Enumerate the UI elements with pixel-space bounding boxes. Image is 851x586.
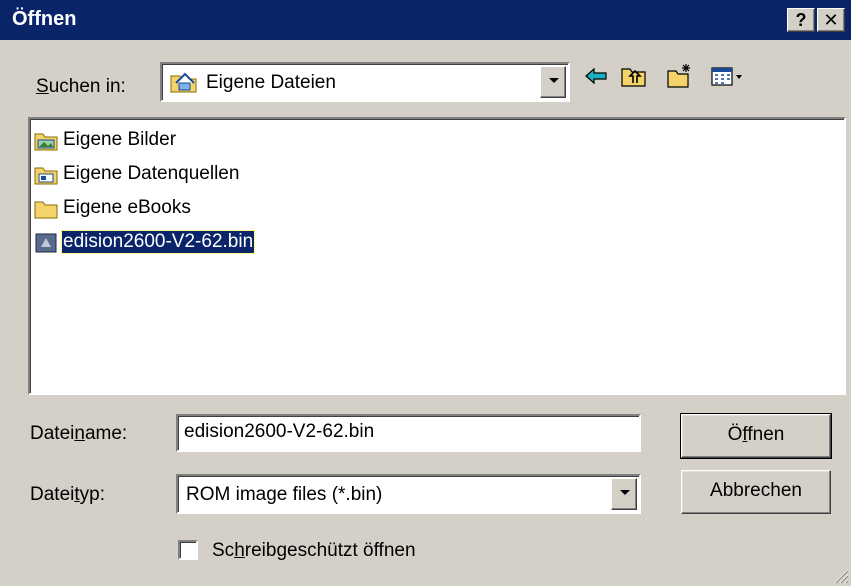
resize-grip-icon[interactable] — [831, 566, 849, 584]
close-button[interactable]: ✕ — [817, 8, 845, 32]
folder-icon — [34, 201, 58, 219]
help-button[interactable]: ? — [787, 8, 815, 32]
new-folder-icon[interactable] — [666, 62, 694, 90]
filetype-dropdown-button[interactable] — [611, 478, 637, 510]
file-name: Eigene Bilder — [63, 129, 177, 150]
filetype-label: Dateityp: — [30, 484, 105, 505]
lookin-label: Suchen in: — [36, 76, 126, 97]
readonly-checkbox[interactable] — [178, 540, 198, 560]
cancel-button[interactable]: Abbrechen — [681, 470, 831, 514]
file-name: Eigene eBooks — [63, 197, 191, 218]
lookin-dropdown-button[interactable] — [540, 66, 566, 98]
title-bar[interactable]: Öffnen ? ✕ — [0, 0, 851, 40]
file-name: Eigene Datenquellen — [63, 163, 240, 184]
back-arrow-icon[interactable] — [582, 62, 610, 90]
my-documents-folder-icon — [170, 72, 197, 93]
filetype-combo[interactable]: ROM image files (*.bin) — [176, 474, 641, 514]
window-title: Öffnen — [12, 8, 77, 30]
bin-file-icon — [35, 233, 57, 253]
readonly-label[interactable]: Schreibgeschützt öffnen — [212, 540, 416, 562]
my-pictures-folder-icon — [34, 133, 58, 151]
up-folder-icon[interactable] — [620, 62, 648, 90]
filename-label: Dateiname: — [30, 423, 128, 444]
view-menu-icon[interactable] — [710, 62, 750, 90]
open-button[interactable]: Öffnen — [680, 413, 832, 459]
file-name: edision2600-V2-62.bin — [60, 230, 256, 254]
file-list[interactable]: Eigene Bilder Eigene Datenquellen Eigene… — [28, 117, 846, 395]
lookin-value: Eigene Dateien — [206, 72, 336, 93]
filetype-value: ROM image files (*.bin) — [186, 484, 383, 505]
filename-input[interactable]: edision2600-V2-62.bin — [176, 414, 641, 452]
data-sources-folder-icon — [34, 167, 58, 185]
lookin-combo[interactable]: Eigene Dateien — [160, 62, 570, 102]
